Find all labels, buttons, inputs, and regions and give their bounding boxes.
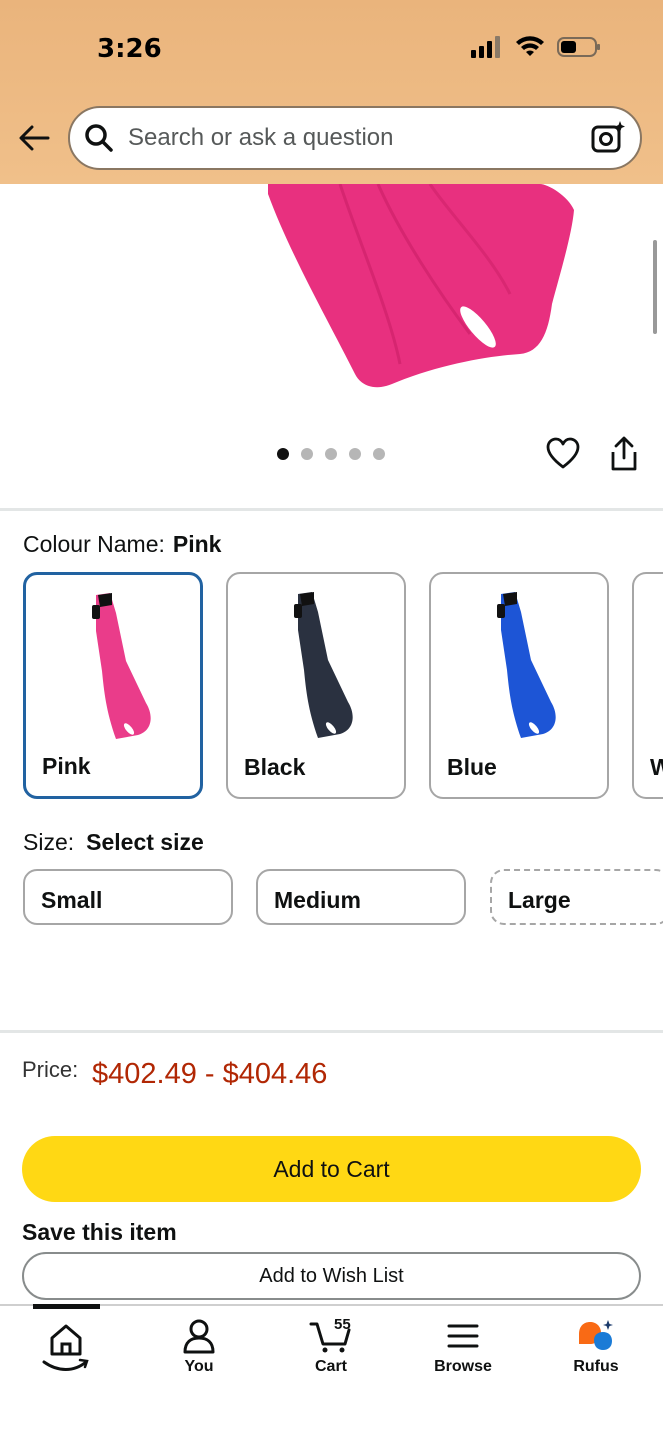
nav-you-label: You (184, 1358, 214, 1375)
swatch-label: Pink (42, 753, 91, 779)
carousel-dot[interactable] (301, 448, 313, 460)
search-bar[interactable] (68, 106, 642, 170)
colour-swatch-pink[interactable]: Pink (23, 572, 203, 799)
wifi-icon (516, 36, 544, 56)
home-icon (42, 1324, 89, 1371)
nav-rufus-label: Rufus (573, 1358, 619, 1375)
carousel-dot[interactable] (277, 448, 289, 460)
scroll-indicator[interactable] (653, 240, 657, 334)
fin-thumbnail-black (294, 592, 353, 738)
bottom-nav: You 55 Cart Browse Rufus (0, 1304, 663, 1440)
fin-thumbnail-pink (92, 593, 151, 739)
colour-swatch-black[interactable]: Black (226, 572, 406, 799)
carousel-dot[interactable] (325, 448, 337, 460)
search-icon (85, 124, 113, 152)
nav-active-indicator (33, 1304, 100, 1309)
carousel-dot[interactable] (373, 448, 385, 460)
colour-swatch-partial[interactable]: W (632, 572, 663, 799)
camera-search-icon[interactable] (590, 120, 626, 156)
colour-label: Colour Name: Pink (23, 531, 221, 558)
fin-thumbnail-blue (497, 592, 556, 738)
header: 3:26 (0, 0, 663, 184)
arrow-left-icon (19, 125, 50, 151)
menu-icon (447, 1324, 479, 1348)
nav-home[interactable] (21, 1318, 111, 1378)
cellular-signal-icon (471, 36, 500, 58)
nav-browse-label: Browse (434, 1358, 492, 1375)
nav-rufus[interactable]: Rufus (551, 1318, 641, 1376)
status-icons (471, 36, 601, 58)
carousel-dot[interactable] (349, 448, 361, 460)
size-selected-value: Select size (86, 829, 204, 855)
cart-count-badge: 55 (334, 1316, 351, 1333)
swatch-label: Blue (447, 754, 497, 780)
colour-swatch-blue[interactable]: Blue (429, 572, 609, 799)
swatch-label: W (650, 754, 663, 781)
nav-browse[interactable]: Browse (418, 1318, 508, 1376)
size-label-text: Size: (23, 829, 75, 855)
nav-cart[interactable]: 55 Cart (286, 1316, 376, 1376)
divider (0, 508, 663, 511)
person-icon (183, 1319, 215, 1354)
add-to-wish-list-button[interactable]: Add to Wish List (22, 1252, 641, 1300)
size-option-large[interactable]: Large (490, 869, 663, 925)
product-image[interactable] (0, 184, 663, 424)
status-time: 3:26 (97, 34, 162, 64)
swatch-label: Black (244, 754, 306, 780)
heart-icon[interactable] (546, 437, 580, 471)
nav-cart-label: Cart (314, 1358, 347, 1375)
back-button[interactable] (16, 120, 52, 156)
price-label: Price: (22, 1057, 79, 1082)
search-input[interactable] (128, 124, 590, 152)
price-value: $402.49 - $404.46 (92, 1058, 328, 1090)
size-option-small[interactable]: Small (23, 869, 233, 925)
size-option-medium[interactable]: Medium (256, 869, 466, 925)
nav-you[interactable]: You (154, 1318, 244, 1376)
colour-selected-value: Pink (172, 531, 222, 557)
rufus-icon (579, 1320, 613, 1350)
share-icon[interactable] (607, 436, 641, 472)
fin-image (268, 184, 574, 388)
size-label: Size: Select size (23, 829, 204, 856)
colour-label-text: Colour Name: (23, 531, 165, 557)
carousel-dots[interactable] (277, 448, 385, 460)
save-item-heading: Save this item (22, 1219, 177, 1245)
battery-icon (557, 37, 600, 57)
add-to-cart-button[interactable]: Add to Cart (22, 1136, 641, 1202)
divider (0, 1030, 663, 1033)
